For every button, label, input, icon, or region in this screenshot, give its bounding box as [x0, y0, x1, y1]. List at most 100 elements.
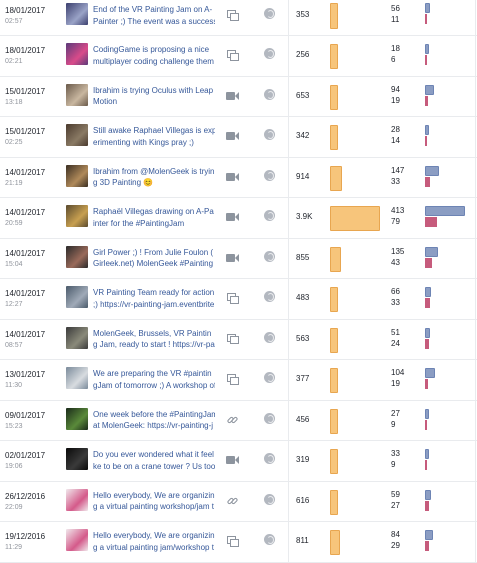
post-message-line1: We are preparing the VR #paintin: [93, 369, 212, 378]
post-date: 19/12/2016: [5, 532, 46, 541]
post-message-link[interactable]: One week before the #PaintingJam at Molen…: [93, 409, 215, 432]
post-thumbnail[interactable]: [66, 83, 88, 106]
table-row[interactable]: 15/01/2017 02:25 Still awake Raphael Ville…: [0, 117, 477, 158]
photo-icon: [226, 292, 239, 304]
reach-bar: [330, 489, 338, 515]
post-message-link[interactable]: Do you ever wondered what it feel li ke t…: [93, 449, 215, 472]
post-message-link[interactable]: Girl Power ;) ! From Julie Foulon (Girle…: [93, 247, 215, 270]
engagement-clicks-value: 18: [391, 44, 400, 53]
reactions-bar: [425, 95, 428, 106]
table-row[interactable]: 19/12/2016 11:29 Hello everybody, We are o…: [0, 522, 477, 563]
post-thumbnail[interactable]: [66, 205, 88, 227]
table-row[interactable]: 14/01/2017 20:59 Raphaël Villegas drawing …: [0, 198, 477, 239]
post-time: 08:57: [5, 341, 23, 349]
post-message-line1: Hello everybody, We are organizin: [93, 531, 215, 540]
reach-value: 319: [296, 455, 310, 464]
post-message-link[interactable]: Ibrahim is trying Oculus with Leap Motion: [93, 85, 215, 108]
post-message-link[interactable]: End of the VR Painting Jam on A- Painter …: [93, 4, 215, 27]
post-message-link[interactable]: We are preparing the VR #paintin gJam of …: [93, 368, 215, 391]
post-message-link[interactable]: VR Painting Team ready for action ;) http…: [93, 287, 215, 310]
post-message-line2: g 3D Painting 😊: [93, 178, 154, 187]
reactions-bar: [425, 257, 432, 268]
reach-bar: [330, 327, 338, 353]
post-thumbnail[interactable]: [66, 448, 88, 470]
engagement-clicks-value: 28: [391, 125, 400, 134]
post-thumbnail[interactable]: [66, 43, 88, 65]
row-edge: [475, 522, 476, 562]
post-thumbnail[interactable]: [66, 407, 88, 430]
post-thumbnail[interactable]: [66, 286, 88, 308]
post-message-link[interactable]: MolenGeek, Brussels, VR Paintin g Jam, re…: [93, 328, 215, 351]
post-thumbnail[interactable]: [66, 529, 88, 551]
row-edge: [475, 481, 476, 521]
post-date: 15/01/2017: [5, 86, 46, 96]
engagement-clicks-value: 104: [391, 368, 405, 377]
table-row[interactable]: 14/01/2017 21:19 Ibrahim from @MolenGeek i…: [0, 157, 477, 198]
engagement-reactions-value: 11: [391, 15, 400, 24]
reactions-bar: [425, 419, 427, 430]
table-row[interactable]: 02/01/2017 19:06 Do you ever wondered what…: [0, 441, 477, 482]
engagement-clicks-value: 84: [391, 530, 400, 539]
table-row[interactable]: 09/01/2017 15:23 One week before the #Pain…: [0, 400, 477, 441]
table-row[interactable]: 26/12/2016 22:09 Hello everybody, We are o…: [0, 481, 477, 522]
engagement-clicks-value: 66: [391, 287, 400, 296]
column-divider: [288, 117, 289, 157]
table-row[interactable]: 18/01/2017 02:21 CodingGame is proposing a…: [0, 36, 477, 77]
post-message-line1: End of the VR Painting Jam on A-: [93, 5, 213, 14]
globe-icon: [264, 291, 275, 302]
post-time: 19:06: [5, 463, 23, 470]
post-message-link[interactable]: Still awake Raphael Villegas is exp erime…: [93, 125, 215, 148]
post-thumbnail[interactable]: [66, 124, 88, 146]
reach-value: 3.9K: [296, 212, 313, 221]
row-edge: [475, 157, 476, 197]
post-thumbnail[interactable]: [66, 488, 88, 511]
post-message-link[interactable]: Raphaël Villegas drawing on A-Pa inter fo…: [93, 206, 215, 229]
post-thumbnail[interactable]: [66, 245, 88, 268]
globe-icon: [264, 169, 275, 181]
post-thumbnail[interactable]: [66, 164, 88, 187]
reactions-bar: [425, 500, 430, 511]
column-divider: [288, 319, 289, 359]
post-date: 14/01/2017: [5, 167, 46, 177]
reach-bar: [330, 165, 342, 191]
photo-icon: [226, 9, 239, 21]
column-divider: [288, 76, 289, 116]
engagement-clicks-value: 56: [391, 4, 400, 13]
post-thumbnail[interactable]: [66, 367, 88, 389]
post-message-link[interactable]: Hello everybody, We are organizin g a vir…: [93, 530, 215, 553]
post-message-line1: MolenGeek, Brussels, VR Paintin: [93, 328, 212, 338]
globe-icon: [264, 8, 275, 19]
post-time: 21:19: [5, 179, 23, 187]
post-date: 02/01/2017: [5, 451, 46, 460]
engagement-reactions-value: 19: [391, 95, 400, 105]
post-message-link[interactable]: CodingGame is proposing a nice multiplaye…: [93, 44, 215, 67]
engagement-clicks-value: 135: [391, 246, 405, 256]
row-edge: [475, 117, 476, 157]
reach-value: 456: [296, 414, 310, 424]
post-time: 02:57: [5, 18, 23, 25]
photo-icon: [226, 373, 239, 385]
table-row[interactable]: 14/01/2017 08:57 MolenGeek, Brussels, VR P…: [0, 319, 477, 360]
table-row[interactable]: 15/01/2017 13:18 Ibrahim is trying Oculus …: [0, 76, 477, 117]
table-row[interactable]: 14/01/2017 15:04 Girl Power ;) ! From Juli…: [0, 238, 477, 279]
engagement-reactions-value: 9: [391, 419, 396, 429]
table-row[interactable]: 13/01/2017 11:30 We are preparing the VR #…: [0, 360, 477, 401]
post-time: 15:23: [5, 422, 23, 430]
post-time: 22:09: [5, 503, 23, 511]
post-thumbnail[interactable]: [66, 3, 88, 25]
column-divider: [288, 0, 289, 35]
post-time: 11:30: [5, 382, 22, 389]
reactions-bar: [425, 460, 427, 470]
globe-icon: [264, 372, 275, 383]
post-message-link[interactable]: Hello everybody, We are organizin g a vir…: [93, 490, 215, 513]
video-icon: [226, 252, 239, 264]
table-row[interactable]: 18/01/2017 02:57 End of the VR Painting Ja…: [0, 0, 477, 36]
table-row[interactable]: 14/01/2017 12:27 VR Painting Team ready fo…: [0, 279, 477, 320]
post-date: 15/01/2017: [5, 127, 46, 136]
reach-bar: [330, 125, 338, 150]
photo-icon: [226, 333, 239, 345]
post-message-link[interactable]: Ibrahim from @MolenGeek is tryin g 3D Pai…: [93, 166, 215, 189]
engagement-reactions-value: 43: [391, 257, 400, 267]
post-thumbnail[interactable]: [66, 326, 88, 349]
reactions-bar: [425, 217, 437, 227]
